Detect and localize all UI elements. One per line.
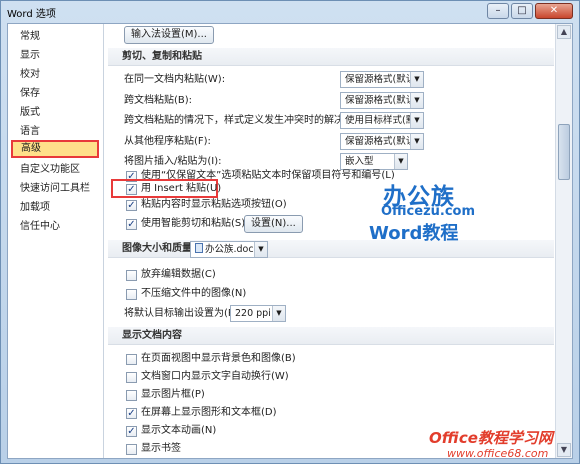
wrap-text-checkbox[interactable] [126,372,137,383]
word-options-window: Word 选项 – □ ✕ 常规 显示 校对 保存 版式 语言 高级 自定义功能… [0,0,580,464]
section-image-size: 图像大小和质量 [108,240,554,258]
section-cut-copy-paste: 剪切、复制和粘贴 [108,48,554,66]
minimize-button[interactable]: – [487,3,509,19]
no-compress-images-label: 不压缩文件中的图像(N) [141,288,247,299]
show-drawings-checkbox[interactable]: ✓ [126,408,137,419]
window-title: Word 选项 [7,9,56,20]
watermark-tagline: Word教程 [369,223,459,244]
wrap-text-label: 文档窗口内显示文字自动换行(W) [141,371,289,382]
chevron-down-icon: ▼ [254,242,267,257]
insert-picture-as-value: 嵌入型 [345,156,374,167]
picture-placeholders-label: 显示图片框(P) [141,389,205,400]
advanced-options-pane: 输入法设置(M)... 剪切、复制和粘贴 在同一文档内粘贴(W): 保留源格式(… [108,24,554,458]
discard-edit-data-label: 放弃编辑数据(C) [141,269,216,280]
paste-between-docs-label: 跨文档粘贴(B): [124,95,193,106]
paste-within-doc-label: 在同一文档内粘贴(W): [124,74,226,85]
dialog-client: 常规 显示 校对 保存 版式 语言 高级 自定义功能区 快速访问工具栏 加载项 … [7,23,573,459]
nav-item-general[interactable]: 常规 [12,28,102,46]
watermark-bottom-url: www.office68.com [447,447,549,460]
no-compress-images-checkbox[interactable] [126,289,137,300]
default-output-select[interactable]: 220 ppi ▼ [230,305,286,322]
chevron-down-icon: ▼ [410,72,423,87]
nav-item-display[interactable]: 显示 [12,47,102,65]
nav-item-addins[interactable]: 加载项 [12,199,102,217]
nav-item-trust-center[interactable]: 信任中心 [12,218,102,236]
image-size-title: 图像大小和质量 [122,243,192,254]
close-button[interactable]: ✕ [535,3,573,19]
paste-within-doc-value: 保留源格式(默认) [345,74,419,85]
options-nav: 常规 显示 校对 保存 版式 语言 高级 自定义功能区 快速访问工具栏 加载项 … [8,24,104,458]
paste-other-programs-label: 从其他程序粘贴(F): [124,136,211,147]
chevron-down-icon: ▼ [410,93,423,108]
nav-item-language[interactable]: 语言 [12,123,102,141]
scroll-thumb[interactable] [558,124,570,180]
scroll-up-icon[interactable]: ▲ [557,25,571,39]
smart-cut-paste-checkbox[interactable]: ✓ [126,219,137,230]
watermark-site: Officezu.com [381,204,476,219]
insert-paste-label: 用 Insert 粘贴(U) [141,183,222,194]
nav-item-advanced[interactable]: 高级 [11,140,99,158]
maximize-button[interactable]: □ [511,3,533,19]
show-paste-options-checkbox[interactable]: ✓ [126,200,137,211]
paste-within-doc-select[interactable]: 保留源格式(默认) ▼ [340,71,424,88]
default-output-label: 将默认目标输出设置为(P): [124,308,242,319]
paste-other-programs-select[interactable]: 保留源格式(默认) ▼ [340,133,424,150]
nav-item-proofing[interactable]: 校对 [12,66,102,84]
show-paste-options-label: 粘贴内容时显示粘贴选项按钮(O) [141,199,287,210]
watermark-bottom: Office教程学习网 [429,429,553,447]
nav-item-quick-access[interactable]: 快速访问工具栏 [12,180,102,198]
smart-cut-paste-label: 使用智能剪切和粘贴(S) [141,218,246,229]
show-bookmarks-checkbox[interactable] [126,444,137,455]
title-bar: Word 选项 – □ ✕ [1,1,579,23]
paste-between-docs-select[interactable]: 保留源格式(默认) ▼ [340,92,424,109]
default-output-value: 220 ppi [235,308,271,319]
vertical-scrollbar[interactable]: ▲ ▼ [555,24,572,458]
image-size-doc-name: 办公族.docx [205,244,260,255]
nav-item-customize-ribbon[interactable]: 自定义功能区 [12,161,102,179]
chevron-down-icon: ▼ [272,306,285,321]
chevron-down-icon: ▼ [410,134,423,149]
paste-between-docs-value: 保留源格式(默认) [345,95,419,106]
picture-placeholders-checkbox[interactable] [126,390,137,401]
scroll-down-icon[interactable]: ▼ [557,443,571,457]
show-bg-colors-checkbox[interactable] [126,354,137,365]
chevron-down-icon: ▼ [394,154,407,169]
text-animation-checkbox[interactable]: ✓ [126,426,137,437]
nav-item-typography[interactable]: 版式 [12,104,102,122]
show-bookmarks-label: 显示书签 [141,443,181,454]
ime-settings-button[interactable]: 输入法设置(M)... [124,26,214,44]
nav-item-save[interactable]: 保存 [12,85,102,103]
discard-edit-data-checkbox[interactable] [126,270,137,281]
show-bg-colors-label: 在页面视图中显示背景色和图像(B) [141,353,296,364]
style-conflict-select[interactable]: 使用目标样式(默认) ▼ [340,112,424,129]
section-show-document-content: 显示文档内容 [108,327,554,345]
document-icon [195,243,203,253]
image-size-doc-select[interactable]: 办公族.docx ▼ [190,241,268,258]
paste-other-programs-value: 保留源格式(默认) [345,136,419,147]
insert-paste-checkbox[interactable]: ✓ [126,184,137,195]
text-animation-label: 显示文本动画(N) [141,425,217,436]
smart-paste-settings-button[interactable]: 设置(N)... [244,215,303,233]
show-drawings-label: 在屏幕上显示图形和文本框(D) [141,407,277,418]
chevron-down-icon: ▼ [410,113,423,128]
